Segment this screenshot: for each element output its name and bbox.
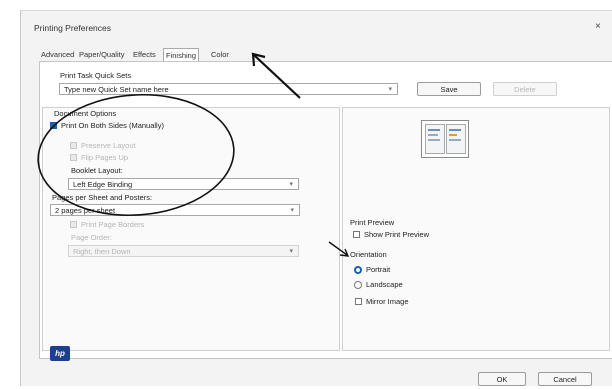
annotation-arrow-portrait [328,241,348,256]
annotation-overlay [37,52,350,257]
annotation-arrow-tab [253,54,301,99]
annotation-circle [37,93,235,217]
